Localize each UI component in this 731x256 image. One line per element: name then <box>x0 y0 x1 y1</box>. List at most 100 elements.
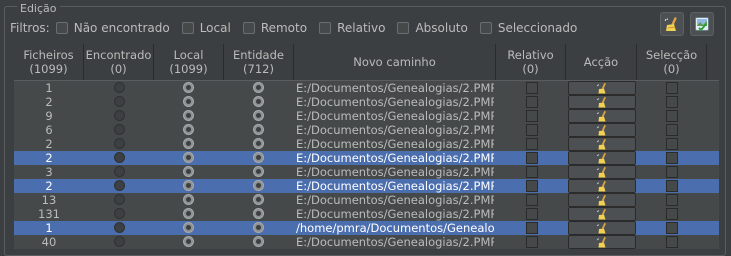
entity-radio[interactable] <box>253 194 264 205</box>
col-relative[interactable]: Relativo (0) <box>496 44 566 80</box>
found-radio[interactable] <box>114 138 125 149</box>
table-row[interactable]: 40 E:/Documentos/Genealogias/2.PMR... <box>14 235 719 249</box>
found-radio[interactable] <box>114 236 125 247</box>
selection-checkbox[interactable] <box>666 166 678 178</box>
found-radio[interactable] <box>114 124 125 135</box>
entity-radio[interactable] <box>253 96 264 107</box>
local-radio[interactable] <box>183 152 194 163</box>
entity-radio[interactable] <box>253 222 264 233</box>
action-button[interactable] <box>568 235 636 249</box>
new-path[interactable]: E:/Documentos/Genealogias/2.PMR... <box>294 81 494 95</box>
local-radio[interactable] <box>183 138 194 149</box>
found-radio[interactable] <box>114 96 125 107</box>
filter-not-found-checkbox[interactable] <box>55 22 68 34</box>
filter-remote-checkbox[interactable] <box>242 22 255 34</box>
entity-radio[interactable] <box>253 110 264 121</box>
selection-checkbox[interactable] <box>666 194 678 206</box>
action-button[interactable] <box>568 81 636 95</box>
relative-checkbox[interactable] <box>526 236 538 248</box>
selection-checkbox[interactable] <box>666 180 678 192</box>
new-path[interactable]: E:/Documentos/Genealogias/2.PMR... <box>294 235 494 249</box>
table-row[interactable]: 2 E:/Documentos/Genealogias/2.PMR... <box>14 137 719 151</box>
local-radio[interactable] <box>183 124 194 135</box>
entity-radio[interactable] <box>253 180 264 191</box>
action-button[interactable] <box>568 137 636 151</box>
action-button[interactable] <box>568 109 636 123</box>
new-path[interactable]: E:/Documentos/Genealogias/2.PMR... <box>294 137 494 151</box>
table-row[interactable]: 9 E:/Documentos/Genealogias/2.PMR... <box>14 109 719 123</box>
found-radio[interactable] <box>114 208 125 219</box>
col-new-path[interactable]: Novo caminho <box>294 44 496 80</box>
table-row[interactable]: 3 E:/Documentos/Genealogias/2.PMR... <box>14 165 719 179</box>
new-path[interactable]: E:/Documentos/Genealogias/2.PMR... <box>294 165 494 179</box>
selection-checkbox[interactable] <box>666 110 678 122</box>
relative-checkbox[interactable] <box>526 124 538 136</box>
local-radio[interactable] <box>183 222 194 233</box>
selection-checkbox[interactable] <box>666 222 678 234</box>
selection-checkbox[interactable] <box>666 124 678 136</box>
filter-relative[interactable]: Relativo <box>319 21 385 35</box>
found-radio[interactable] <box>114 166 125 177</box>
new-path[interactable]: E:/Documentos/Genealogias/2.PMR... <box>294 179 494 193</box>
local-radio[interactable] <box>183 96 194 107</box>
local-radio[interactable] <box>183 208 194 219</box>
entity-radio[interactable] <box>253 124 264 135</box>
found-radio[interactable] <box>114 222 125 233</box>
relative-checkbox[interactable] <box>526 82 538 94</box>
new-path[interactable]: E:/Documentos/Genealogias/2.PMR... <box>294 207 494 221</box>
table-row[interactable]: 131 E:/Documentos/Genealogias/2.PMR... <box>14 207 719 221</box>
relative-checkbox[interactable] <box>526 180 538 192</box>
selection-checkbox[interactable] <box>666 96 678 108</box>
col-entity[interactable]: Entidade (712) <box>224 44 294 80</box>
entity-radio[interactable] <box>253 236 264 247</box>
new-path[interactable]: E:/Documentos/Genealogias/2.PMR... <box>294 193 494 207</box>
new-path[interactable]: E:/Documentos/Genealogias/2.PMR... <box>294 151 494 165</box>
relative-checkbox[interactable] <box>526 152 538 164</box>
action-button[interactable] <box>568 151 636 165</box>
selection-checkbox[interactable] <box>666 152 678 164</box>
new-path[interactable]: E:/Documentos/Genealogias/2.PMR... <box>294 95 494 109</box>
table-row[interactable]: 6 E:/Documentos/Genealogias/2.PMR... <box>14 123 719 137</box>
local-radio[interactable] <box>183 236 194 247</box>
entity-radio[interactable] <box>253 208 264 219</box>
relative-checkbox[interactable] <box>526 194 538 206</box>
local-radio[interactable] <box>183 82 194 93</box>
relative-checkbox[interactable] <box>526 138 538 150</box>
filter-not-found[interactable]: Não encontrado <box>55 21 170 35</box>
entity-radio[interactable] <box>253 82 264 93</box>
filter-relative-checkbox[interactable] <box>319 22 332 34</box>
relative-checkbox[interactable] <box>526 208 538 220</box>
local-radio[interactable] <box>183 180 194 191</box>
action-button[interactable] <box>568 207 636 221</box>
new-path[interactable]: /home/pmra/Documentos/Genealo... <box>294 221 494 235</box>
table-row[interactable]: 2 E:/Documentos/Genealogias/2.PMR... <box>14 179 719 193</box>
clean-button[interactable] <box>660 12 684 36</box>
action-button[interactable] <box>568 165 636 179</box>
table-row[interactable]: 1/home/pmra/Documentos/Genealo... <box>14 221 719 235</box>
action-button[interactable] <box>568 193 636 207</box>
action-button[interactable] <box>568 221 636 235</box>
selection-checkbox[interactable] <box>666 236 678 248</box>
local-radio[interactable] <box>183 110 194 121</box>
selection-checkbox[interactable] <box>666 138 678 150</box>
filter-remote[interactable]: Remoto <box>242 21 307 35</box>
col-found[interactable]: Encontrado (0) <box>84 44 154 80</box>
entity-radio[interactable] <box>253 138 264 149</box>
found-radio[interactable] <box>114 82 125 93</box>
col-selection[interactable]: Selecção (0) <box>637 44 707 80</box>
action-button[interactable] <box>568 179 636 193</box>
found-radio[interactable] <box>114 110 125 121</box>
selection-checkbox[interactable] <box>666 82 678 94</box>
relative-checkbox[interactable] <box>526 110 538 122</box>
selection-checkbox[interactable] <box>666 208 678 220</box>
filter-local[interactable]: Local <box>181 21 231 35</box>
relative-checkbox[interactable] <box>526 222 538 234</box>
relative-checkbox[interactable] <box>526 96 538 108</box>
action-button[interactable] <box>568 123 636 137</box>
found-radio[interactable] <box>114 194 125 205</box>
new-path[interactable]: E:/Documentos/Genealogias/2.PMR... <box>294 109 494 123</box>
entity-radio[interactable] <box>253 152 264 163</box>
apply-button[interactable] <box>690 12 714 36</box>
filter-selected[interactable]: Seleccionado <box>479 21 577 35</box>
filter-absolute-checkbox[interactable] <box>397 22 410 34</box>
